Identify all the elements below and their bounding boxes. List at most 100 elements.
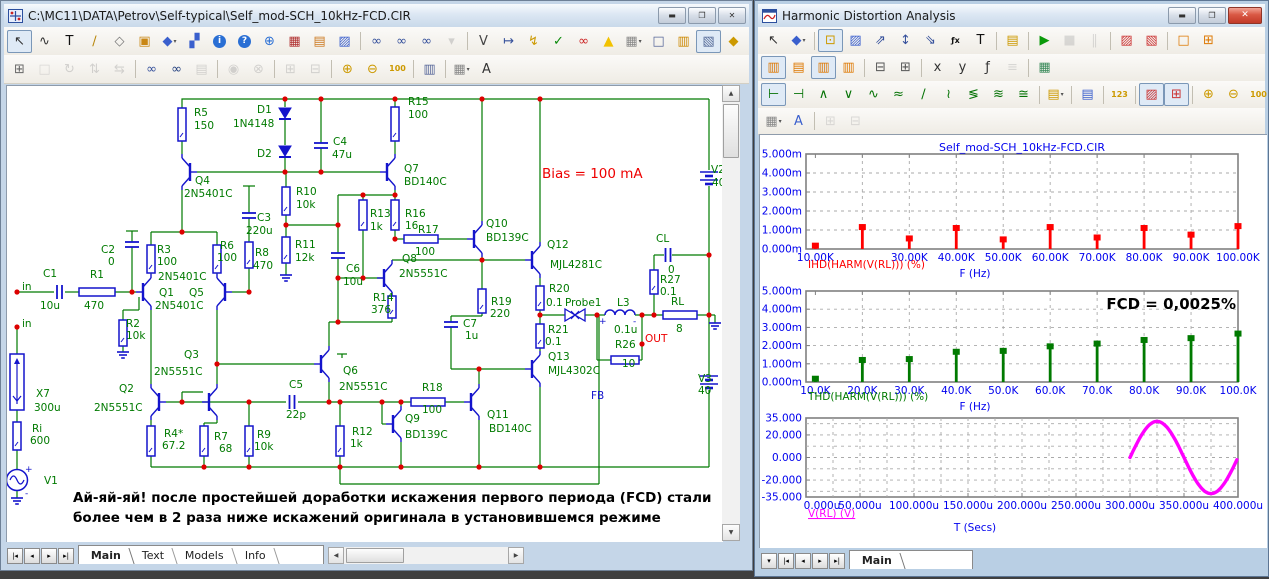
close-button[interactable]: ✕	[718, 7, 746, 24]
left-titlebar[interactable]: C:\MC11\DATA\Petrov\Self-typical\Self_mo…	[4, 4, 749, 27]
restore-button[interactable]: ❐	[1198, 7, 1226, 24]
analysis-plots[interactable]: 5.000m4.000m3.000m2.000m1.000m0.000m10.0…	[760, 135, 1267, 548]
first-page-button[interactable]: |◂	[778, 553, 794, 569]
format-properties[interactable]: ▦	[1032, 56, 1057, 79]
find-next[interactable]: ∞	[164, 58, 189, 81]
prev-page-button[interactable]: ◂	[24, 548, 40, 564]
go-to-peak[interactable]: ∧	[811, 83, 836, 106]
scroll-left-button[interactable]: ◀	[328, 547, 344, 564]
y-cursor-mode[interactable]: ⊞	[1164, 83, 1189, 106]
restore-button[interactable]: ❐	[688, 7, 716, 24]
rotate[interactable]: ↻	[57, 58, 82, 81]
slope[interactable]: ∕	[911, 83, 936, 106]
zoom-out[interactable]: ⊖	[1221, 83, 1246, 106]
shape-menu[interactable]: ◆ ▾	[786, 29, 811, 52]
analysis-edit[interactable]: ▧	[1139, 29, 1164, 52]
model-editor[interactable]: ▦	[282, 30, 307, 53]
text-tool[interactable]: T	[968, 29, 993, 52]
fence-box[interactable]: □	[1171, 29, 1196, 52]
text-format[interactable]: ▤	[1075, 83, 1100, 106]
link-tool[interactable]: ⊕	[257, 30, 282, 53]
grid-options[interactable]: ▦ ▾	[449, 58, 474, 81]
new-page[interactable]: □	[646, 30, 671, 53]
vscroll-thumb[interactable]	[723, 104, 739, 158]
schematic-vscrollbar[interactable]: ▲ ▼	[722, 85, 740, 541]
tab-main[interactable]: Main	[78, 548, 135, 564]
last-page-button[interactable]: ▸|	[829, 553, 845, 569]
schematic-hscrollbar[interactable]: ◀ ▶	[328, 547, 524, 564]
send-to-back[interactable]: ⊟	[303, 58, 328, 81]
right-titlebar[interactable]: Harmonic Distortion Analysis ▬ ❐ ✕	[758, 4, 1265, 27]
numeric-output[interactable]: 123	[1107, 83, 1132, 106]
zoom-in[interactable]: ⊕	[335, 58, 360, 81]
next-page-button[interactable]: ▸	[41, 548, 57, 564]
properties[interactable]: ▤	[1000, 29, 1025, 52]
zoom-out[interactable]: ⊖	[360, 58, 385, 81]
grid-menu[interactable]: ▦ ▾	[621, 30, 646, 53]
find-errors[interactable]: ∞	[571, 30, 596, 53]
shape-menu-dropdown-arrow[interactable]: ▾	[173, 38, 176, 45]
line-tool[interactable]: ∕	[82, 30, 107, 53]
first-page-button[interactable]: |◂	[7, 548, 23, 564]
transform-box[interactable]: ⊞	[7, 58, 32, 81]
zoom-x[interactable]: x	[925, 56, 950, 79]
scope-limits[interactable]: ▨	[843, 29, 868, 52]
global-low[interactable]: ≋	[986, 83, 1011, 106]
bring-to-front[interactable]: ⊞	[278, 58, 303, 81]
low-point[interactable]: ≈	[886, 83, 911, 106]
scale-point[interactable]: ⇘	[918, 29, 943, 52]
analysis-plot[interactable]: ▨	[1114, 29, 1139, 52]
scale-region[interactable]: ⇗	[868, 29, 893, 52]
flip-vertical[interactable]: ⇅	[82, 58, 107, 81]
find-node[interactable]: ∞	[414, 30, 439, 53]
high-point[interactable]: ∿	[861, 83, 886, 106]
chart-2[interactable]: 5.000m4.000m3.000m2.000m1.000m0.000m10.0…	[762, 286, 1258, 414]
zoom-fx[interactable]: ƒ	[975, 56, 1000, 79]
find[interactable]: ∞	[139, 58, 164, 81]
x-cursor-mode[interactable]: ▨	[1139, 83, 1164, 106]
inflection[interactable]: ≀	[936, 83, 961, 106]
zoom-select[interactable]: ⊡	[818, 29, 843, 52]
find-waveform[interactable]: ∞	[389, 30, 414, 53]
zoom-log[interactable]: ≡	[1000, 56, 1025, 79]
chart-1[interactable]: 5.000m4.000m3.000m2.000m1.000m0.000m10.0…	[762, 141, 1261, 280]
page-view[interactable]: ▥	[417, 58, 442, 81]
copy-to-clipboard[interactable]: ▤ ▾	[1043, 83, 1068, 106]
crosshair-grid[interactable]: ⊞	[893, 56, 918, 79]
show-voltages[interactable]: V	[471, 30, 496, 53]
schematic-canvas[interactable]: R5150D11N4148D2C447uR15100Q7BD140CQ42N54…	[5, 86, 725, 542]
chart-3[interactable]: 35.00020.0000.000-20.000-35.0000.000u50.…	[761, 413, 1263, 535]
page-list-button[interactable]: ▾	[761, 553, 777, 569]
next-page-button[interactable]: ▸	[812, 553, 828, 569]
minimize-button[interactable]: ▬	[1168, 7, 1196, 24]
check-document[interactable]: ▨	[332, 30, 357, 53]
scroll-right-button[interactable]: ▶	[508, 547, 524, 564]
show-pin-connections[interactable]: ↦	[496, 30, 521, 53]
grid-menu-dropdown-arrow[interactable]: ▾	[639, 38, 642, 45]
prev-page-button[interactable]: ◂	[795, 553, 811, 569]
select-tool[interactable]: ↖	[761, 29, 786, 52]
tab-info[interactable]: Info	[232, 548, 280, 564]
shape-menu[interactable]: ◆ ▾	[157, 30, 182, 53]
show-currents[interactable]: ↯	[521, 30, 546, 53]
tab-text[interactable]: Text	[129, 548, 178, 564]
page-text[interactable]: ▥	[671, 30, 696, 53]
grid-menu-dropdown-arrow[interactable]: ▾	[779, 118, 782, 125]
page-properties[interactable]: ◆	[721, 30, 746, 53]
flip-horizontal[interactable]: ⇆	[107, 58, 132, 81]
zoom-100[interactable]: 100	[1246, 83, 1269, 106]
help-mode[interactable]: ?	[232, 30, 257, 53]
cursor-branch[interactable]: ≅	[1011, 83, 1036, 106]
run[interactable]: ▶	[1032, 29, 1057, 52]
send-to-back[interactable]: ⊟	[843, 110, 868, 133]
font[interactable]: A	[474, 58, 499, 81]
hscroll-thumb[interactable]	[346, 548, 404, 563]
tab-main[interactable]: Main	[849, 553, 906, 569]
select-region[interactable]: ▧	[696, 29, 721, 53]
fx-scale[interactable]: ƒx	[943, 29, 968, 52]
global-high[interactable]: ≶	[961, 83, 986, 106]
component-tool[interactable]: ▣	[132, 30, 157, 53]
ghost-select[interactable]: □	[32, 58, 57, 81]
close-button[interactable]: ✕	[1228, 7, 1262, 24]
zoom-y[interactable]: y	[950, 56, 975, 79]
